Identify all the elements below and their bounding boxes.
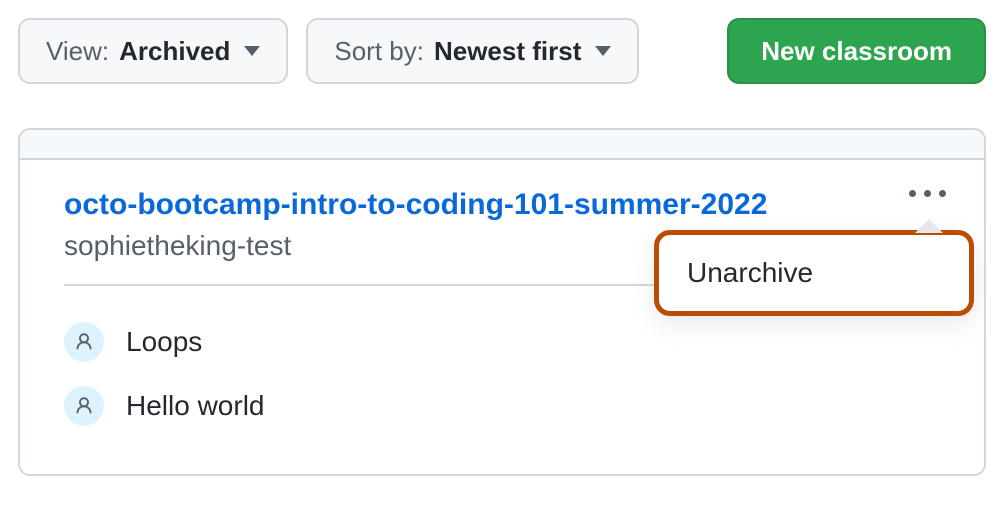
list-item[interactable]: Loops <box>64 310 940 374</box>
card-header-stripe <box>20 130 984 160</box>
assignment-list: Loops Hello world <box>64 310 940 438</box>
view-filter-value: Archived <box>119 36 230 67</box>
unarchive-menu-item[interactable]: Unarchive <box>659 235 969 311</box>
kebab-dropdown: Unarchive <box>654 230 974 316</box>
kebab-menu-button[interactable] <box>901 182 954 205</box>
classroom-title-link[interactable]: octo-bootcamp-intro-to-coding-101-summer… <box>64 188 767 222</box>
sort-value: Newest first <box>434 36 581 67</box>
view-filter-label: View: <box>46 36 109 67</box>
chevron-down-icon <box>595 46 611 56</box>
sort-label: Sort by: <box>334 36 424 67</box>
classroom-card: octo-bootcamp-intro-to-coding-101-summer… <box>18 128 986 476</box>
sort-dropdown[interactable]: Sort by: Newest first <box>306 18 639 84</box>
chevron-down-icon <box>244 46 260 56</box>
person-icon <box>64 386 104 426</box>
assignment-name: Hello world <box>126 390 265 422</box>
view-filter-dropdown[interactable]: View: Archived <box>18 18 288 84</box>
page-root: View: Archived Sort by: Newest first New… <box>0 0 1004 476</box>
new-classroom-button[interactable]: New classroom <box>727 18 986 84</box>
toolbar: View: Archived Sort by: Newest first New… <box>18 18 986 84</box>
card-body: octo-bootcamp-intro-to-coding-101-summer… <box>20 160 984 474</box>
person-icon <box>64 322 104 362</box>
list-item[interactable]: Hello world <box>64 374 940 438</box>
assignment-name: Loops <box>126 326 202 358</box>
